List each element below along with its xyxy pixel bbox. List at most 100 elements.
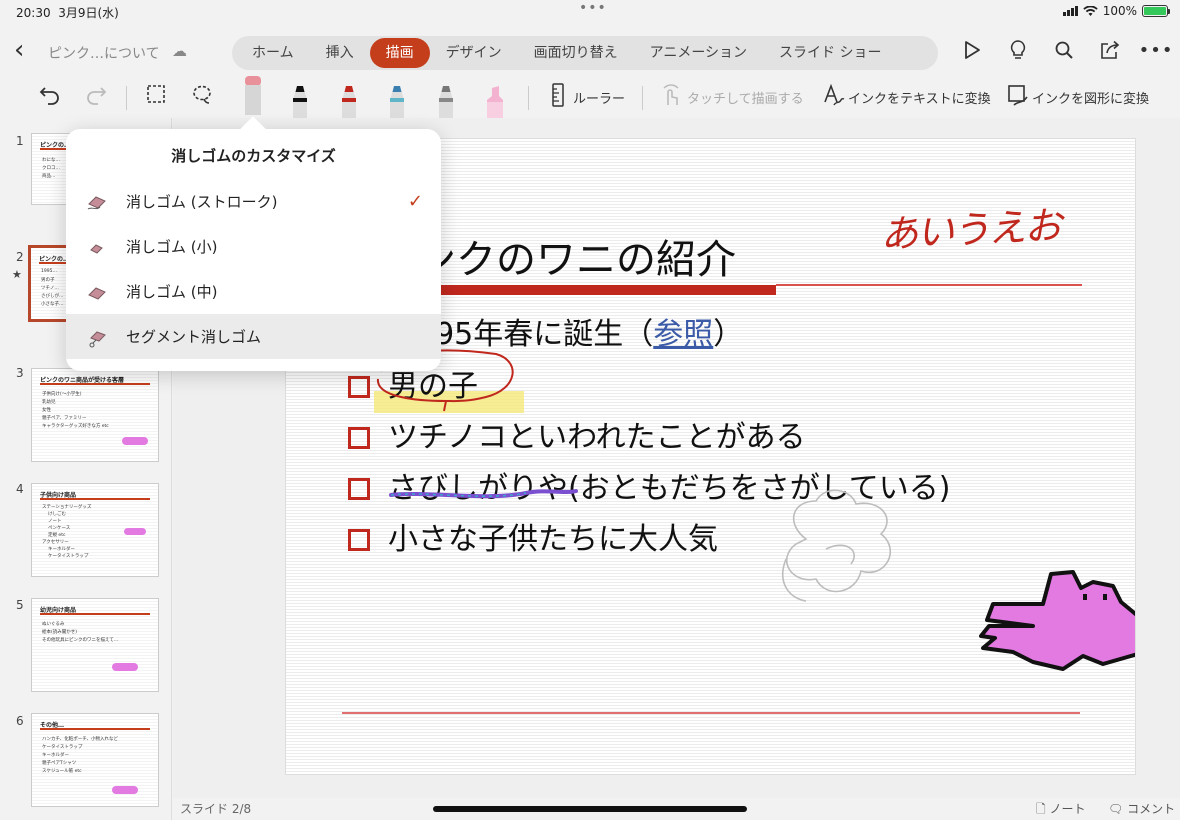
- tab-transitions[interactable]: 画面切り替え: [518, 38, 634, 68]
- thumbnail-line: ペンケース: [48, 526, 71, 531]
- notes-button[interactable]: 🗋 ノート: [1036, 800, 1086, 820]
- slide-thumbnail-6[interactable]: その他… ハンカチ、化粧ポーチ、小物入れなど ケータイストラップ キーホルダー …: [31, 713, 159, 807]
- home-indicator[interactable]: [433, 806, 747, 812]
- crocodile-doodle: [122, 437, 148, 445]
- ruler-label[interactable]: ルーラー: [573, 88, 625, 107]
- crocodile-doodle: [112, 663, 138, 671]
- eraser-tool-icon[interactable]: [243, 76, 261, 115]
- thumbnail-line: 絵本(読み聞かせ): [42, 630, 78, 635]
- handwriting-text: あいうえお: [879, 203, 1062, 257]
- eraser-icon: [86, 240, 108, 254]
- thumbnail-line: 乳幼児: [42, 400, 56, 405]
- slide-thumbnail-4[interactable]: 子供向け商品 ステーショナリーグッズ けしごむ ノート ペンケース 定規 etc…: [31, 483, 159, 577]
- back-chevron-icon[interactable]: ‹: [14, 36, 24, 64]
- slide-thumbnail-3[interactable]: ピンクのワニ商品が受ける客層 子供向け(～小学生) 乳幼児 女性 親子ペア、ファ…: [31, 368, 159, 462]
- thumbnail-line: 親子ペア、ファミリー: [42, 416, 87, 421]
- thumbnail-number: 4: [16, 482, 24, 496]
- cellular-signal-icon: [1062, 6, 1078, 16]
- thumbnail-line: ぬいぐるみ: [42, 622, 65, 627]
- bottom-divider: [342, 712, 1080, 714]
- thumbnail-line: けしごむ: [48, 512, 66, 517]
- pen-black-icon[interactable]: [290, 84, 308, 120]
- tab-design[interactable]: デザイン: [430, 38, 518, 68]
- thumbnail-line: 女性: [42, 408, 51, 413]
- checkmark-icon: ✓: [407, 191, 423, 212]
- tab-home[interactable]: ホーム: [236, 38, 310, 68]
- thumbnail-number: 2: [16, 250, 24, 264]
- cloud-sync-icon[interactable]: ☁: [172, 42, 187, 60]
- pencil-flower-doodle: [781, 489, 892, 602]
- select-objects-icon[interactable]: [145, 83, 167, 109]
- status-time: 20:30 3月9日(水): [16, 6, 119, 20]
- crocodile-doodle: [124, 528, 146, 535]
- thumbnail-number: 1: [16, 134, 24, 148]
- eraser-medium-option[interactable]: 消しゴム (中): [66, 269, 441, 314]
- crocodile-doodle: [112, 786, 138, 794]
- pen-galaxy-icon[interactable]: [387, 84, 405, 120]
- share-icon[interactable]: [1098, 38, 1122, 62]
- rainbow-underline: [389, 489, 578, 499]
- ink-to-shape-icon[interactable]: [1006, 83, 1030, 111]
- thumbnail-line: 1995…: [41, 269, 57, 274]
- redo-icon[interactable]: [84, 83, 108, 111]
- comment-icon: 🗨: [1108, 802, 1124, 816]
- comments-button[interactable]: 🗨 コメント: [1108, 800, 1175, 817]
- segment-eraser-icon: [86, 330, 108, 347]
- ruler-icon[interactable]: [550, 83, 566, 111]
- highlighter-pink-icon[interactable]: [484, 84, 503, 120]
- thumbnail-line: 男の子: [41, 278, 55, 283]
- document-title[interactable]: ピンク…について: [48, 43, 160, 63]
- thumbnail-line: ケータイストラップ: [48, 554, 89, 559]
- touch-draw-icon[interactable]: [660, 83, 682, 111]
- eraser-icon: [86, 195, 108, 209]
- slide-thumbnail-5[interactable]: 幼児向け商品 ぬいぐるみ 絵本(読み聞かせ) その他玩具にピンクのワニを描えて…: [31, 598, 159, 692]
- tab-insert[interactable]: 挿入: [310, 38, 370, 68]
- thumbnail-line: 商品…: [42, 174, 56, 179]
- thumbnail-line: ツチノ…: [41, 286, 59, 291]
- search-icon[interactable]: [1052, 38, 1076, 62]
- thumbnail-line: キーホルダー: [42, 753, 69, 758]
- thumbnail-number: 3: [16, 366, 24, 380]
- ribbon-tabs: ホーム 挿入 描画 デザイン 画面切り替え アニメーション スライド ショー: [232, 36, 938, 70]
- eraser-stroke-option[interactable]: 消しゴム (ストローク) ✓: [66, 179, 441, 224]
- pen-red-icon[interactable]: [339, 84, 357, 120]
- thumbnail-line: アクセサリー: [42, 540, 69, 545]
- thumbnail-line: 定規 etc: [48, 533, 66, 538]
- top-bar: ‹ ピンク…について ☁ ホーム 挿入 描画 デザイン 画面切り替え アニメーシ…: [0, 24, 1180, 80]
- tab-animations[interactable]: アニメーション: [634, 38, 763, 68]
- ink-to-text-label[interactable]: インクをテキストに変換: [848, 88, 991, 107]
- notes-icon: 🗋: [1036, 802, 1046, 816]
- thumbnail-number: 5: [16, 598, 24, 612]
- thumbnail-line: スケジュール帳 etc: [42, 769, 82, 774]
- thumbnail-line: クロコ…: [42, 166, 60, 171]
- multitask-dots-icon[interactable]: •••: [579, 0, 607, 16]
- tab-draw[interactable]: 描画: [369, 38, 430, 68]
- status-bar: 20:30 3月9日(水) ••• 100%: [0, 0, 1180, 24]
- thumbnail-line: 子供向け(～小学生): [42, 392, 82, 397]
- eraser-icon: [86, 285, 108, 300]
- thumbnail-line: 親子ペアTシャツ: [42, 761, 77, 766]
- thumbnail-line: ハンカチ、化粧ポーチ、小物入れなど: [42, 737, 118, 742]
- thumbnail-line: キーホルダー: [48, 547, 75, 552]
- tab-slideshow[interactable]: スライド ショー: [763, 38, 897, 68]
- thumbnail-line: ステーショナリーグッズ: [42, 505, 92, 510]
- segment-eraser-option[interactable]: セグメント消しゴム: [66, 314, 441, 359]
- thumbnail-line: わにな…: [42, 158, 60, 163]
- touch-draw-label[interactable]: タッチして描画する: [687, 88, 804, 107]
- draw-toolbar: ルーラー タッチして描画する インクをテキストに変換 インクを図形に変換: [0, 76, 1180, 120]
- star-icon: ★: [12, 268, 22, 281]
- undo-icon[interactable]: [38, 83, 62, 111]
- ink-to-text-icon[interactable]: [822, 83, 846, 111]
- ink-to-shape-label[interactable]: インクを図形に変換: [1032, 88, 1149, 107]
- lightbulb-icon[interactable]: [1006, 38, 1030, 62]
- battery-icon: [1142, 5, 1170, 17]
- play-icon[interactable]: [960, 38, 984, 62]
- eraser-customize-popover: 消しゴムのカスタマイズ 消しゴム (ストローク) ✓ 消しゴム (小) 消しゴム…: [66, 129, 441, 371]
- lasso-select-icon[interactable]: [190, 83, 214, 111]
- slide-counter: スライド 2/8: [180, 802, 252, 816]
- eraser-small-option[interactable]: 消しゴム (小): [66, 224, 441, 269]
- more-icon[interactable]: •••: [1139, 38, 1173, 62]
- wifi-icon: [1082, 5, 1098, 16]
- thumbnail-line: さびしが…: [41, 294, 64, 299]
- pencil-gray-icon[interactable]: [436, 84, 454, 120]
